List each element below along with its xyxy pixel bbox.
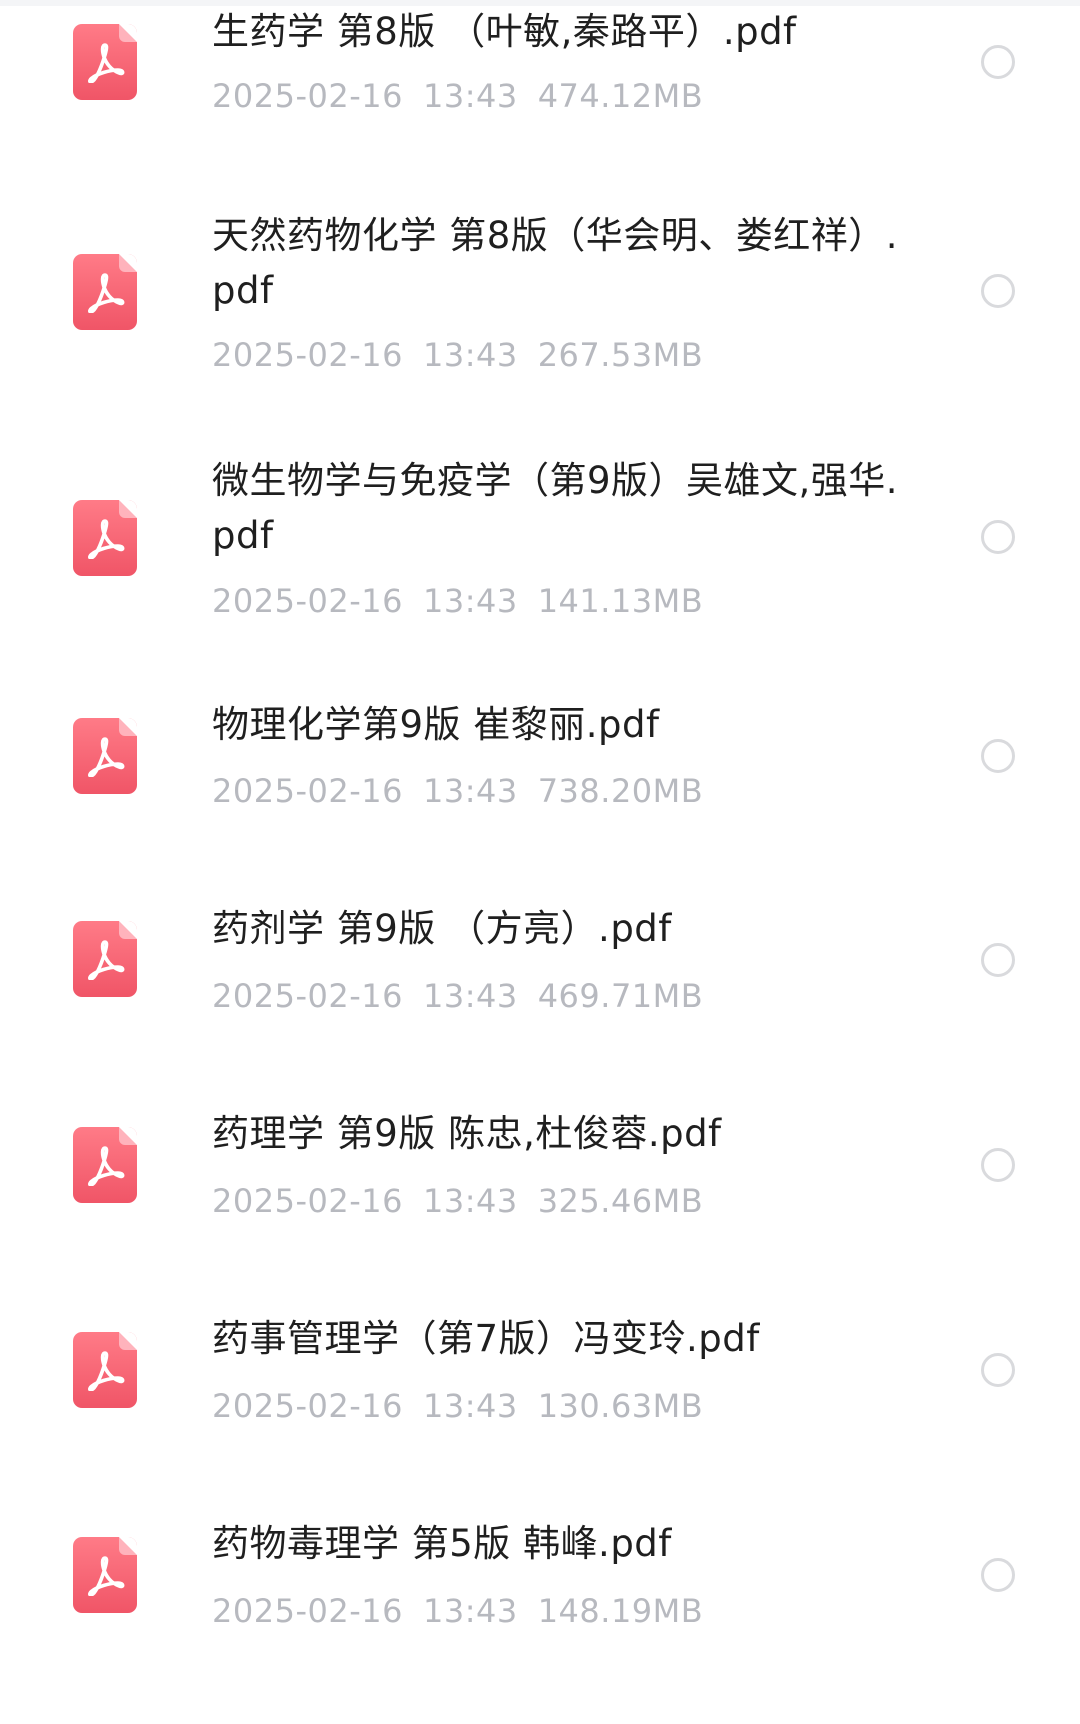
file-meta: 2025-02-16 13:43 469.71MB bbox=[212, 976, 703, 1016]
select-radio[interactable] bbox=[981, 943, 1015, 977]
acrobat-logo-icon bbox=[88, 1146, 125, 1186]
file-time: 13:43 bbox=[422, 1182, 518, 1220]
file-date: 2025-02-16 bbox=[212, 77, 403, 115]
file-list-item[interactable]: 药理学 第9版 陈忠,杜俊蓉.pdf 2025-02-16 13:43 325.46… bbox=[0, 1050, 1080, 1255]
acrobat-logo-icon bbox=[88, 1351, 125, 1391]
file-meta: 2025-02-16 13:43 267.53MB bbox=[212, 335, 703, 375]
file-list-item[interactable]: 药事管理学（第7版）冯变玲.pdf 2025-02-16 13:43 130.63M… bbox=[0, 1255, 1080, 1460]
file-list-item[interactable]: 微生物学与免疫学（第9版）吴雄文,强华.pdf 2025-02-16 13:43 1… bbox=[0, 395, 1080, 645]
file-size: 738.20MB bbox=[537, 772, 704, 810]
file-name: 微生物学与免疫学（第9版）吴雄文,强华.pdf bbox=[212, 459, 899, 557]
file-name: 天然药物化学 第8版（华会明、娄红祥）.pdf bbox=[212, 214, 899, 312]
file-time: 13:43 bbox=[422, 336, 518, 374]
file-name: 药理学 第9版 陈忠,杜俊蓉.pdf bbox=[212, 1112, 722, 1155]
file-meta: 2025-02-16 13:43 130.63MB bbox=[212, 1386, 703, 1426]
acrobat-logo-icon bbox=[88, 519, 125, 559]
select-radio[interactable] bbox=[981, 739, 1015, 773]
file-date: 2025-02-16 bbox=[212, 772, 403, 810]
pdf-file-icon bbox=[73, 1127, 137, 1203]
file-size: 325.46MB bbox=[537, 1182, 704, 1220]
pdf-file-icon bbox=[73, 921, 137, 997]
file-size: 141.13MB bbox=[537, 582, 704, 620]
file-time: 13:43 bbox=[422, 77, 518, 115]
file-name: 药剂学 第9版 （方亮）.pdf bbox=[212, 907, 672, 950]
file-meta: 2025-02-16 13:43 141.13MB bbox=[212, 581, 703, 621]
file-size: 130.63MB bbox=[537, 1387, 704, 1425]
file-time: 13:43 bbox=[422, 772, 518, 810]
file-list-item[interactable]: 药剂学 第9版 （方亮）.pdf 2025-02-16 13:43 469.71MB bbox=[0, 845, 1080, 1050]
file-size: 267.53MB bbox=[537, 336, 704, 374]
select-radio[interactable] bbox=[981, 520, 1015, 554]
file-date: 2025-02-16 bbox=[212, 977, 403, 1015]
select-radio[interactable] bbox=[981, 45, 1015, 79]
file-size: 469.71MB bbox=[537, 977, 704, 1015]
file-time: 13:43 bbox=[422, 1387, 518, 1425]
file-time: 13:43 bbox=[422, 977, 518, 1015]
file-meta: 2025-02-16 13:43 325.46MB bbox=[212, 1181, 703, 1221]
pdf-file-icon bbox=[73, 1332, 137, 1408]
file-list-item[interactable]: 药物毒理学 第5版 韩峰.pdf 2025-02-16 13:43 148.19MB bbox=[0, 1460, 1080, 1665]
acrobat-logo-icon bbox=[88, 1556, 125, 1596]
file-meta: 2025-02-16 13:43 738.20MB bbox=[212, 771, 703, 811]
file-list-item[interactable]: 天然药物化学 第8版（华会明、娄红祥）.pdf 2025-02-16 13:43 2… bbox=[0, 150, 1080, 395]
file-date: 2025-02-16 bbox=[212, 1592, 403, 1630]
select-radio[interactable] bbox=[981, 1558, 1015, 1592]
file-list-item[interactable]: 生药学 第8版 （叶敏,秦路平）.pdf 2025-02-16 13:43 474.… bbox=[0, 0, 1080, 150]
file-list-item[interactable]: 物理化学第9版 崔黎丽.pdf 2025-02-16 13:43 738.20MB bbox=[0, 645, 1080, 845]
pdf-file-icon bbox=[73, 24, 137, 100]
file-browser-page: 生药学 第8版 （叶敏,秦路平）.pdf 2025-02-16 13:43 474.… bbox=[0, 0, 1080, 1724]
acrobat-logo-icon bbox=[88, 43, 125, 83]
file-date: 2025-02-16 bbox=[212, 336, 403, 374]
file-name: 药事管理学（第7版）冯变玲.pdf bbox=[212, 1317, 760, 1360]
select-radio[interactable] bbox=[981, 1353, 1015, 1387]
select-radio[interactable] bbox=[981, 1148, 1015, 1182]
select-radio[interactable] bbox=[981, 274, 1015, 308]
file-name: 物理化学第9版 崔黎丽.pdf bbox=[212, 703, 660, 746]
file-name: 生药学 第8版 （叶敏,秦路平）.pdf bbox=[212, 10, 797, 53]
acrobat-logo-icon bbox=[88, 737, 125, 777]
pdf-file-icon bbox=[73, 718, 137, 794]
file-date: 2025-02-16 bbox=[212, 582, 403, 620]
file-name: 药物毒理学 第5版 韩峰.pdf bbox=[212, 1522, 672, 1565]
pdf-file-icon bbox=[73, 254, 137, 330]
file-time: 13:43 bbox=[422, 1592, 518, 1630]
acrobat-logo-icon bbox=[88, 273, 125, 313]
pdf-file-icon bbox=[73, 1537, 137, 1613]
file-date: 2025-02-16 bbox=[212, 1182, 403, 1220]
file-time: 13:43 bbox=[422, 582, 518, 620]
acrobat-logo-icon bbox=[88, 940, 125, 980]
file-meta: 2025-02-16 13:43 148.19MB bbox=[212, 1591, 703, 1631]
file-size: 474.12MB bbox=[537, 77, 704, 115]
file-list: 生药学 第8版 （叶敏,秦路平）.pdf 2025-02-16 13:43 474.… bbox=[0, 0, 1080, 1724]
file-date: 2025-02-16 bbox=[212, 1387, 403, 1425]
file-size: 148.19MB bbox=[537, 1592, 704, 1630]
file-meta: 2025-02-16 13:43 474.12MB bbox=[212, 76, 703, 116]
pdf-file-icon bbox=[73, 500, 137, 576]
